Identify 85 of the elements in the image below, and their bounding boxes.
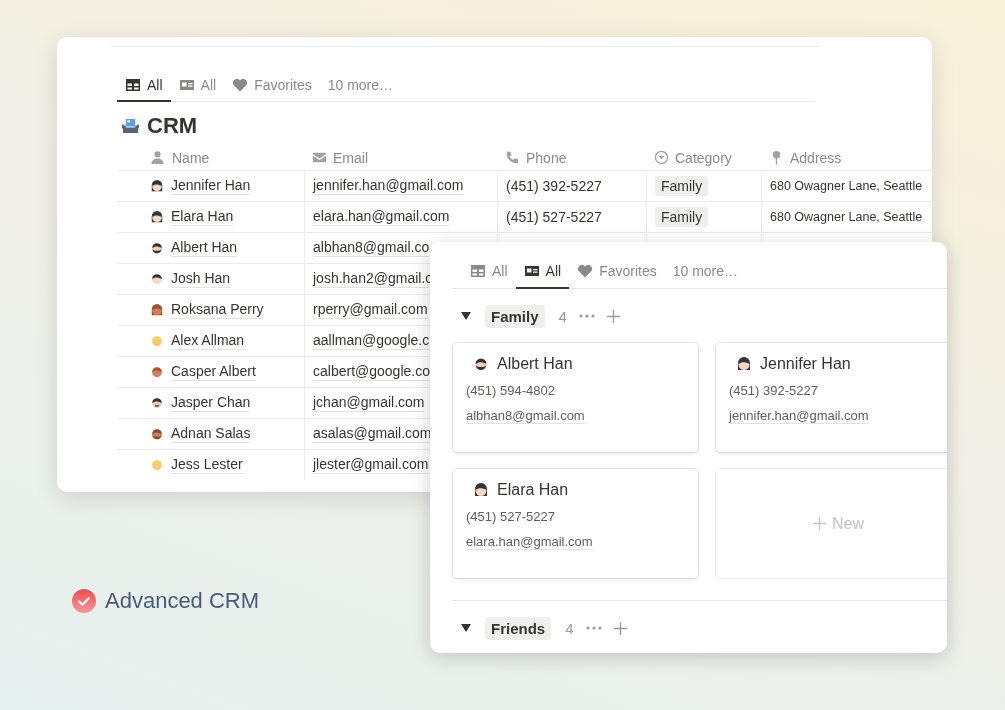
contact-name-link[interactable]: Jennifer Han	[171, 177, 251, 195]
filing-tray-icon	[122, 117, 139, 135]
column-header[interactable]: Phone	[497, 145, 646, 170]
phone-number: (451) 527-5227	[506, 209, 602, 225]
contact-name-link[interactable]: Alex Allman	[171, 332, 245, 350]
avatar-icon	[473, 482, 489, 498]
avatar-icon	[150, 458, 164, 472]
email-link[interactable]: calbert@google.co	[313, 363, 430, 381]
table-icon	[470, 262, 486, 279]
group-count: 4	[565, 619, 574, 637]
avatar-icon	[150, 365, 164, 379]
avatar-icon	[150, 334, 164, 348]
contact-name-link[interactable]: Casper Albert	[171, 363, 256, 381]
category-tag: Family	[655, 176, 709, 196]
email-link[interactable]: jchan@gmail.com	[313, 394, 425, 412]
view-tab[interactable]: All	[462, 254, 516, 289]
card-title: Albert Han	[497, 355, 573, 373]
brand-name: Advanced CRM	[105, 588, 260, 614]
table-icon	[125, 77, 141, 93]
card-icon	[178, 77, 195, 93]
dropdown-circle-icon	[654, 150, 669, 165]
column-header[interactable]: Email	[304, 145, 497, 170]
add-icon[interactable]	[606, 309, 620, 323]
email-link[interactable]: elara.han@gmail.com	[466, 534, 593, 550]
card-title: Elara Han	[497, 481, 569, 499]
column-header[interactable]: Address	[761, 145, 932, 170]
address-text: 680 Owagner Lane, Seattle	[770, 210, 923, 224]
column-header[interactable]: Name	[117, 145, 304, 170]
contact-card[interactable]: Albert Han (451) 594-4802 albhan8@gmail.com	[453, 343, 698, 452]
contact-name-link[interactable]: Roksana Perry	[171, 301, 264, 319]
avatar-icon	[150, 210, 164, 224]
view-tab[interactable]: Favorites	[224, 70, 320, 102]
view-tab[interactable]: All	[515, 254, 570, 289]
view-tab[interactable]: All	[117, 70, 171, 102]
column-header[interactable]: Category	[646, 145, 761, 170]
more-icon[interactable]	[585, 626, 602, 630]
avatar-icon	[473, 356, 489, 372]
add-icon	[813, 517, 826, 530]
avatar-icon	[150, 303, 164, 317]
avatar-icon	[150, 241, 164, 255]
phone-number: (451) 392-5227	[506, 178, 602, 194]
heart-icon	[577, 262, 594, 279]
category-tag: Family	[655, 207, 709, 227]
phone-number: (451) 594-4802	[466, 383, 556, 398]
database-title: CRM	[147, 113, 198, 139]
group-count: 4	[558, 307, 567, 325]
contact-name-link[interactable]: Albert Han	[171, 239, 238, 257]
email-link[interactable]: jennifer.han@gmail.com	[729, 408, 869, 424]
person-icon	[150, 150, 165, 165]
contact-name-link[interactable]: Elara Han	[171, 208, 234, 226]
phone-number: (451) 392-5227	[729, 383, 819, 398]
more-icon[interactable]	[578, 314, 595, 318]
email-link[interactable]: elara.han@gmail.com	[313, 208, 450, 226]
email-link[interactable]: jennifer.han@gmail.com	[313, 177, 464, 195]
email-link[interactable]: albhan8@gmail.com	[466, 408, 585, 424]
avatar-icon	[150, 427, 164, 441]
heart-icon	[232, 77, 249, 93]
toggle-triangle-icon[interactable]	[461, 311, 471, 321]
avatar-icon	[150, 179, 164, 193]
email-link[interactable]: jlester@gmail.com	[313, 456, 429, 474]
toggle-triangle-icon[interactable]	[461, 623, 471, 633]
phone-number: (451) 527-5227	[466, 509, 556, 524]
avatar-icon	[736, 356, 752, 372]
envelope-icon	[312, 150, 327, 165]
contact-name-link[interactable]: Jasper Chan	[171, 394, 251, 412]
card-title: Jennifer Han	[760, 355, 851, 373]
contact-card[interactable]: Jennifer Han (451) 392-5227 jennifer.han@gmail.com	[716, 343, 947, 452]
avatar-icon	[150, 396, 164, 410]
view-tab[interactable]: Favorites	[569, 254, 665, 289]
contact-name-link[interactable]: Josh Han	[171, 270, 231, 288]
view-tab[interactable]: 10 more…	[664, 254, 747, 289]
email-link[interactable]: albhan8@gmail.co	[313, 239, 430, 257]
group-label: Family	[485, 304, 545, 328]
phone-icon	[505, 150, 520, 165]
address-text: 680 Owagner Lane, Seattle	[770, 179, 923, 193]
contact-name-link[interactable]: Adnan Salas	[171, 425, 251, 443]
check-badge-icon	[72, 589, 96, 613]
email-link[interactable]: rperry@gmail.com	[313, 301, 428, 319]
avatar-icon	[150, 272, 164, 286]
add-icon[interactable]	[613, 621, 627, 635]
contact-name-link[interactable]: Jess Lester	[171, 456, 243, 474]
group-label: Friends	[485, 616, 552, 640]
email-link[interactable]: aallman@google.c	[313, 332, 430, 350]
contact-card[interactable]: Elara Han (451) 527-5227 elara.han@gmail.com	[453, 469, 698, 578]
view-tab[interactable]: 10 more…	[319, 70, 402, 102]
